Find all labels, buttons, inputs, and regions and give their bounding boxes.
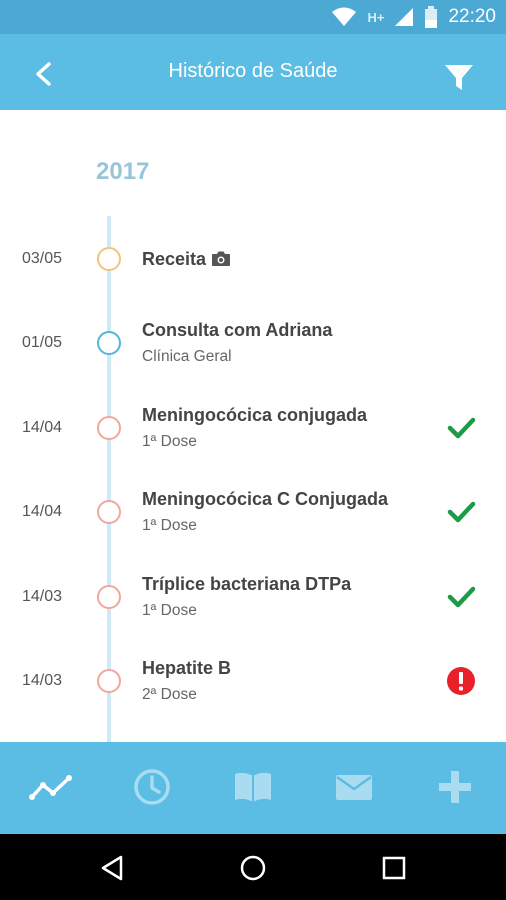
nav-back-button[interactable]	[92, 848, 132, 888]
entry-dot	[97, 585, 121, 609]
status-bar: H+ 22:20	[0, 0, 506, 34]
app-bar: Histórico de Saúde	[0, 34, 506, 110]
signal-icon	[395, 8, 414, 26]
entry-dot	[97, 416, 121, 440]
mail-icon	[336, 775, 372, 800]
checkmark-icon	[447, 501, 476, 523]
alert-icon	[447, 667, 475, 695]
status-time: 22:20	[448, 6, 496, 27]
timeline-entry[interactable]: 14/03 Tríplice bacteriana DTPa 1ª Dose	[0, 574, 506, 634]
network-type: H+	[367, 9, 385, 25]
checkmark-icon	[447, 586, 476, 608]
battery-icon	[425, 6, 438, 28]
entry-title-text: Receita	[142, 249, 207, 269]
entry-date: 14/04	[22, 419, 63, 436]
entry-subtitle: 1ª Dose	[142, 602, 197, 619]
history-tab[interactable]	[127, 762, 177, 812]
clock-icon	[134, 769, 170, 805]
triangle-back-icon	[101, 855, 123, 881]
bottom-tab-bar	[0, 742, 506, 834]
add-tab[interactable]	[430, 762, 480, 812]
entry-date: 14/04	[22, 503, 63, 520]
entry-subtitle: 1ª Dose	[142, 433, 197, 450]
book-tab[interactable]	[228, 762, 278, 812]
page-title: Histórico de Saúde	[168, 60, 338, 82]
entry-dot	[97, 247, 121, 271]
plus-icon	[439, 771, 471, 803]
entry-title: Meningocócica conjugada	[142, 405, 368, 425]
timeline-entry[interactable]: 01/05 Consulta com Adriana Clínica Geral	[0, 320, 506, 380]
messages-tab[interactable]	[329, 762, 379, 812]
entry-dot	[97, 500, 121, 524]
timeline-tab[interactable]	[26, 762, 76, 812]
trend-icon	[29, 775, 72, 800]
system-nav-bar	[0, 834, 506, 900]
timeline-year: 2017	[96, 158, 150, 185]
square-recents-icon	[382, 856, 406, 880]
entry-subtitle: 1ª Dose	[142, 517, 197, 534]
entry-title: Tríplice bacteriana DTPa	[142, 574, 352, 594]
timeline-entry[interactable]: 14/04 Meningocócica conjugada 1ª Dose	[0, 405, 506, 465]
checkmark-icon	[447, 417, 476, 439]
entry-dot	[97, 331, 121, 355]
entry-title: Hepatite B	[142, 658, 232, 678]
entry-subtitle: 2ª Dose	[142, 686, 197, 703]
entry-subtitle: Clínica Geral	[142, 348, 232, 365]
filter-icon	[445, 65, 473, 90]
entry-dot	[97, 669, 121, 693]
status-icons: H+ 22:20	[331, 0, 496, 34]
entry-date: 14/03	[22, 672, 63, 689]
nav-home-button[interactable]	[233, 848, 273, 888]
entry-title: Receita	[142, 249, 231, 270]
timeline-entry[interactable]: 14/03 Hepatite B 2ª Dose	[0, 658, 506, 718]
entry-date: 03/05	[22, 250, 63, 267]
timeline-entry[interactable]: 03/05 Receita	[0, 236, 506, 296]
circle-home-icon	[240, 855, 266, 881]
timeline-entry[interactable]: 14/04 Meningocócica C Conjugada 1ª Dose	[0, 489, 506, 549]
nav-recents-button[interactable]	[374, 848, 414, 888]
entry-date: 01/05	[22, 334, 63, 351]
camera-icon	[212, 251, 231, 266]
wifi-icon	[332, 7, 357, 26]
entry-title: Consulta com Adriana	[142, 320, 333, 340]
timeline-list[interactable]: 2017 03/05 Receita 01/05 Consulta com Ad…	[0, 110, 506, 742]
entry-title: Meningocócica C Conjugada	[142, 489, 389, 509]
filter-button[interactable]	[442, 60, 476, 94]
entry-date: 14/03	[22, 588, 63, 605]
book-icon	[235, 772, 271, 802]
